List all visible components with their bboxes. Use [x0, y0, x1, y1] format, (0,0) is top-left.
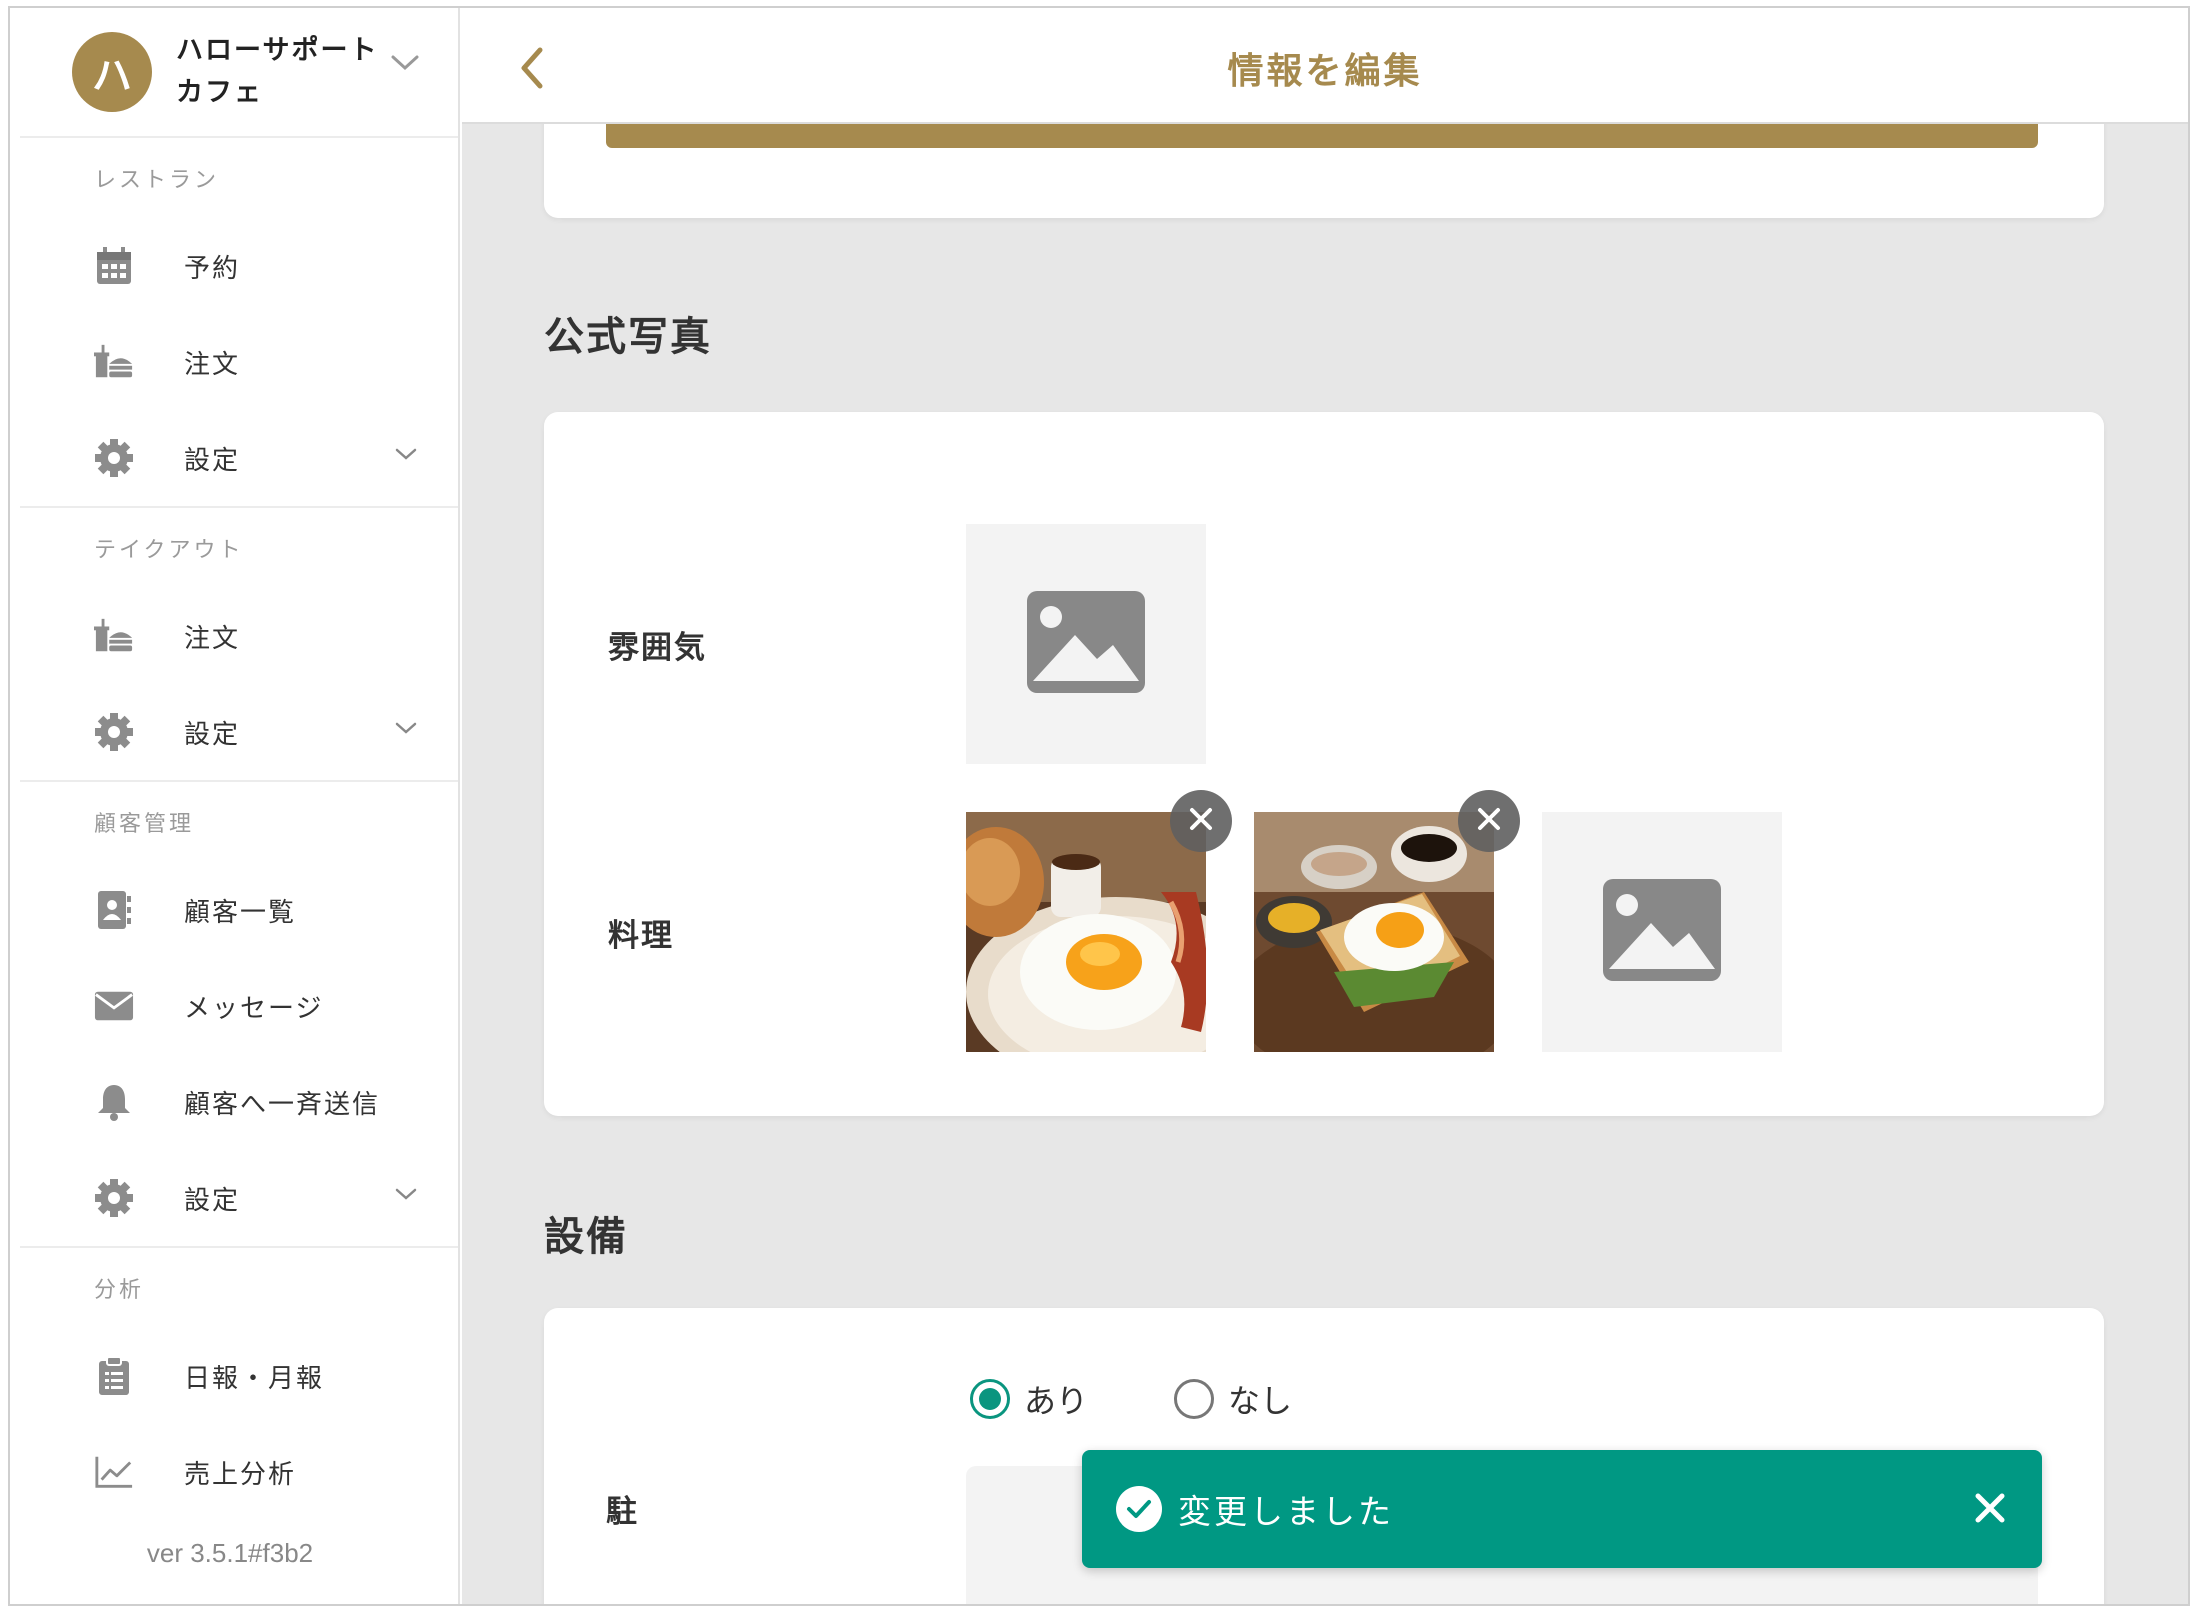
upload-photo-atmosphere[interactable]	[966, 524, 1206, 764]
radio-option-yes[interactable]: あり	[970, 1376, 1088, 1422]
close-icon	[1188, 806, 1214, 836]
chevron-down-icon	[394, 1186, 418, 1205]
sidebar-item-label: 注文	[184, 349, 241, 380]
bell-icon	[94, 1082, 134, 1122]
radio-button-checked[interactable]	[970, 1379, 1010, 1419]
sidebar-item-label: 予約	[184, 253, 241, 284]
photos-card: 雰囲気 料理	[544, 412, 2104, 1116]
sidebar-item-label: 注文	[184, 623, 241, 654]
sidebar-item-label: 顧客へ一斉送信	[184, 1089, 381, 1120]
upload-photo-dishes[interactable]	[1542, 812, 1782, 1052]
sidebar-section-analytics: 分析 日報・月報 売上分析	[20, 1248, 458, 1520]
photos-heading: 公式写真	[544, 314, 712, 360]
sidebar-section-title: テイクアウト	[94, 538, 244, 563]
remove-photo-1-button[interactable]	[1170, 790, 1232, 852]
chevron-down-icon	[394, 720, 418, 739]
sidebar-section-title: 顧客管理	[94, 812, 195, 837]
sidebar-item-sales-analysis[interactable]: 売上分析	[20, 1424, 458, 1520]
page-title: 情報を編集	[1227, 51, 1423, 92]
radio-button-unchecked[interactable]	[1174, 1379, 1214, 1419]
sidebar-item-customer-settings[interactable]: 設定	[20, 1150, 458, 1246]
sidebar-section-title: レストラン	[94, 168, 220, 193]
sidebar-item-broadcast[interactable]: 顧客へ一斉送信	[20, 1054, 458, 1150]
account-switcher[interactable]: ハ ハローサポートカフェ	[20, 8, 458, 138]
line-chart-icon	[94, 1452, 134, 1492]
sidebar-item-takeout-orders[interactable]: 注文	[20, 588, 458, 684]
egg-toast-image	[1254, 812, 1494, 1052]
sidebar-section-title: 分析	[94, 1278, 145, 1303]
image-placeholder-icon	[1025, 589, 1147, 699]
envelope-icon	[94, 986, 134, 1026]
sidebar-item-label: 売上分析	[184, 1459, 297, 1490]
dish-photo-1[interactable]	[966, 812, 1206, 1052]
app-window: ハ ハローサポートカフェ レストラン 予約 注文 設定 テイクアウト 注文 設定…	[8, 6, 2190, 1606]
takeout-icon	[94, 342, 134, 382]
radio-label: あり	[1024, 1382, 1089, 1420]
avatar: ハ	[72, 32, 152, 112]
sidebar-item-label: 日報・月報	[184, 1363, 325, 1394]
gear-icon	[94, 438, 134, 478]
takeout-icon	[94, 616, 134, 656]
sidebar-item-label: 設定	[184, 445, 241, 476]
parking-label: 駐	[606, 1494, 637, 1530]
dish-photo-2[interactable]	[1254, 812, 1494, 1052]
breakfast-plate-image	[966, 812, 1206, 1052]
sidebar: ハ ハローサポートカフェ レストラン 予約 注文 設定 テイクアウト 注文 設定…	[10, 8, 460, 1604]
radio-label: なし	[1228, 1382, 1293, 1420]
sidebar-section-takeout: テイクアウト 注文 設定	[20, 508, 458, 782]
sidebar-item-reports[interactable]: 日報・月報	[20, 1328, 458, 1424]
sidebar-item-takeout-settings[interactable]: 設定	[20, 684, 458, 780]
account-name: ハローサポートカフェ	[176, 35, 379, 108]
app-version: ver 3.5.1#f3b2	[146, 1538, 314, 1568]
radio-dot	[979, 1388, 1001, 1410]
photo-row-label-atmosphere: 雰囲気	[608, 630, 707, 666]
calendar-icon	[94, 246, 134, 286]
sidebar-section-customers: 顧客管理 顧客一覧 メッセージ 顧客へ一斉送信 設定	[20, 782, 458, 1248]
close-icon[interactable]	[1972, 1490, 2008, 1526]
sidebar-item-customer-list[interactable]: 顧客一覧	[20, 862, 458, 958]
contact-card-icon	[94, 890, 134, 930]
toast-message: 変更しました	[1178, 1492, 1394, 1531]
success-toast: 変更しました	[1082, 1450, 2042, 1568]
sidebar-item-label: 設定	[184, 719, 241, 750]
equipment-heading: 設備	[544, 1214, 628, 1260]
image-placeholder-icon	[1601, 877, 1723, 987]
sidebar-item-reservations[interactable]: 予約	[20, 218, 458, 314]
radio-option-no[interactable]: なし	[1174, 1376, 1292, 1422]
check-circle-icon	[1116, 1486, 1162, 1532]
remove-photo-2-button[interactable]	[1458, 790, 1520, 852]
sidebar-item-messages[interactable]: メッセージ	[20, 958, 458, 1054]
sidebar-item-label: 設定	[184, 1185, 241, 1216]
gear-icon	[94, 712, 134, 752]
clipboard-icon	[94, 1356, 134, 1396]
chevron-down-icon	[394, 446, 418, 465]
top-bar: 情報を編集	[462, 8, 2188, 124]
main-content: 情報を編集 公式写真 雰囲気 料理 設備 あり なし 駐 変更しました	[462, 8, 2188, 1604]
sidebar-section-restaurant: レストラン 予約 注文 設定	[20, 138, 458, 508]
sidebar-item-label: メッセージ	[184, 993, 324, 1024]
gear-icon	[94, 1178, 134, 1218]
photo-row-label-dishes: 料理	[608, 918, 674, 954]
close-icon	[1476, 806, 1502, 836]
sidebar-item-settings[interactable]: 設定	[20, 410, 458, 506]
chevron-down-icon[interactable]	[390, 54, 420, 76]
sidebar-item-label: 顧客一覧	[184, 897, 297, 928]
sidebar-item-orders[interactable]: 注文	[20, 314, 458, 410]
